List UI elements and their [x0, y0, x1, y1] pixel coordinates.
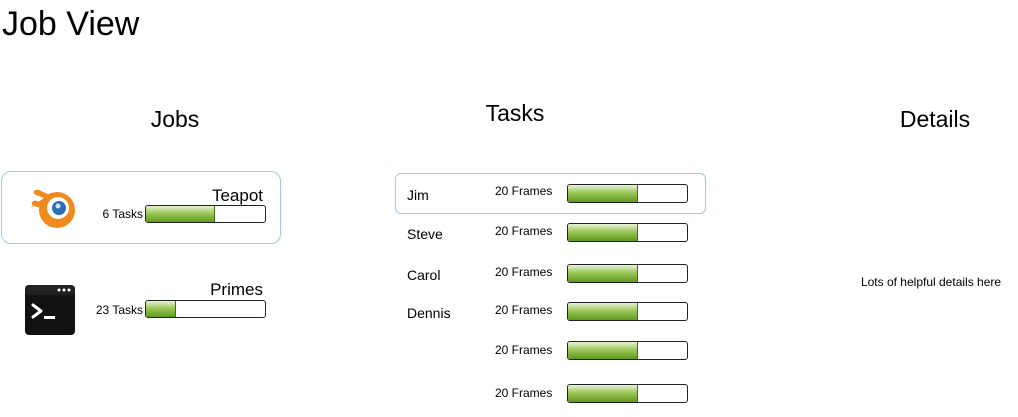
page-title: Job View [2, 5, 140, 43]
task-frame-count: 20 Frames [495, 184, 553, 198]
task-progress-fill [568, 185, 639, 202]
task-frame-count: 20 Frames [495, 343, 553, 357]
task-progress-bar [567, 341, 688, 360]
task-name: Dennis [407, 305, 451, 321]
job-card-teapot[interactable]: Teapot 6 Tasks [1, 171, 281, 244]
job-name: Primes [210, 280, 263, 299]
task-progress-fill [568, 303, 639, 320]
task-progress-bar [567, 264, 688, 283]
job-card-primes[interactable]: Primes 23 Tasks [1, 266, 281, 339]
task-progress-fill [568, 385, 639, 402]
task-progress-bar [567, 184, 688, 203]
details-text: Lots of helpful details here [860, 275, 1002, 289]
task-row[interactable]: 20 Frames [395, 329, 706, 370]
task-progress-fill [568, 342, 639, 359]
task-progress-fill [568, 265, 639, 282]
details-column-title: Details [899, 106, 971, 132]
task-frame-count: 20 Frames [495, 265, 553, 279]
task-name: Carol [407, 267, 441, 283]
tasks-column-title: Tasks [485, 100, 545, 126]
task-name: Steve [407, 226, 443, 242]
blender-icon [24, 181, 78, 235]
task-name: Jim [407, 187, 429, 203]
task-progress-bar [567, 384, 688, 403]
job-task-count: 23 Tasks [95, 303, 143, 317]
task-frame-count: 20 Frames [495, 386, 553, 400]
jobs-column-title: Jobs [150, 106, 200, 132]
task-progress-bar [567, 223, 688, 242]
job-progress-fill [146, 206, 216, 222]
job-progress-bar [145, 205, 266, 223]
task-progress-fill [568, 224, 639, 241]
task-row-dennis[interactable]: Dennis 20 Frames [395, 290, 706, 331]
task-progress-bar [567, 302, 688, 321]
job-name: Teapot [211, 186, 263, 205]
job-progress-bar [145, 300, 266, 318]
task-row-carol[interactable]: Carol 20 Frames [395, 252, 706, 293]
task-frame-count: 20 Frames [495, 224, 553, 238]
terminal-icon [24, 284, 78, 338]
job-task-count: 6 Tasks [102, 207, 143, 221]
job-progress-fill [146, 301, 176, 317]
task-row[interactable]: 20 Frames [395, 372, 706, 413]
task-row-steve[interactable]: Steve 20 Frames [395, 212, 706, 253]
task-row-jim[interactable]: Jim 20 Frames [395, 173, 706, 214]
task-frame-count: 20 Frames [495, 303, 553, 317]
